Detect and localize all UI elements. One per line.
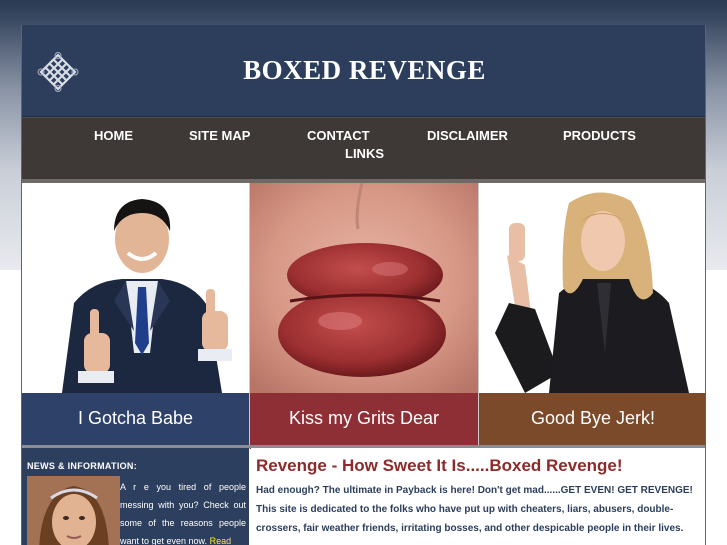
dedication-text: This site is dedicated to the folks who …	[256, 504, 684, 534]
intro-line: Had enough? The ultimate in Payback is h…	[256, 485, 693, 496]
read-more-link[interactable]: Read	[210, 536, 232, 545]
feature-panel-1[interactable]: I Gotcha Babe	[22, 183, 250, 449]
feature-panel-2[interactable]: Kiss my Grits Dear	[250, 183, 479, 449]
panel-caption-3: Good Bye Jerk!	[530, 407, 656, 428]
main-title: Revenge - How Sweet It Is.....Boxed Reve…	[256, 456, 623, 475]
nav-site-map[interactable]: SITE MAP	[189, 128, 250, 143]
nav-contact[interactable]: CONTACT	[307, 128, 370, 143]
nav-products[interactable]: PRODUCTS	[563, 128, 636, 143]
panel-caption-1: I Gotcha Babe	[77, 407, 194, 428]
news-sidebar: NEWS & INFORMATION: A r e you tired of p…	[22, 448, 249, 545]
panel-caption-2: Kiss my Grits Dear	[288, 407, 439, 428]
site-header: BOXED REVENGE	[22, 25, 705, 117]
nav-disclaimer[interactable]: DISCLAIMER	[427, 128, 508, 143]
site-title: BOXED REVENGE	[243, 55, 486, 85]
feature-panel-3[interactable]: Good Bye Jerk!	[479, 183, 705, 449]
site-container: BOXED REVENGE HOME SITE MAP CONTACT DISC…	[21, 25, 706, 545]
main-content: Revenge - How Sweet It Is.....Boxed Reve…	[251, 448, 705, 545]
nav-links[interactable]: LINKS	[345, 146, 384, 161]
nav-home[interactable]: HOME	[94, 128, 133, 143]
news-photo	[27, 476, 120, 545]
main-nav: HOME SITE MAP CONTACT DISCLAIMER PRODUCT…	[22, 117, 705, 179]
sidebar-heading: NEWS & INFORMATION:	[27, 461, 138, 471]
sidebar-text-block: A r e you tired of people messing with y…	[120, 478, 246, 545]
main-body: Had enough? The ultimate in Payback is h…	[256, 481, 702, 538]
